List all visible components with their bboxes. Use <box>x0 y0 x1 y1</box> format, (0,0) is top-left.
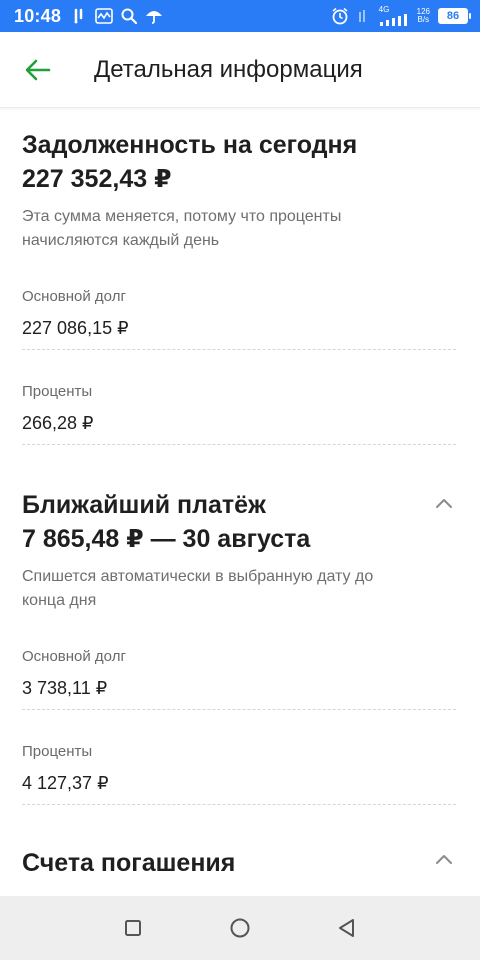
row-label: Проценты <box>22 383 93 400</box>
chevron-up-icon[interactable] <box>434 853 454 867</box>
row-value: 3 738,11 ₽ <box>22 678 108 698</box>
net-speed-unit: B/s <box>417 15 430 24</box>
status-bar: 10:48 4G 126 B/s 86 <box>0 0 480 32</box>
repayment-accounts-section: Счета погашения <box>0 847 480 879</box>
system-nav-bar <box>0 896 480 960</box>
row-value: 227 086,15 ₽ <box>22 318 129 338</box>
row-label: Основной долг <box>22 648 126 665</box>
notification-icon <box>73 8 87 24</box>
debt-today-amount: 227 352,43 ₽ <box>22 165 172 193</box>
divider <box>22 444 456 445</box>
next-payment-title: Ближайший платёж <box>22 491 266 519</box>
divider <box>22 349 456 350</box>
row-value: 266,28 ₽ <box>22 413 94 433</box>
recents-button[interactable] <box>113 908 153 948</box>
arrow-left-icon <box>25 59 51 80</box>
triangle-back-icon <box>338 919 354 937</box>
circle-home-icon <box>230 918 250 938</box>
next-payment-section: Ближайший платёж 7 865,48 ₽ — 30 августа… <box>0 489 480 805</box>
signal-icon: 4G <box>379 6 409 26</box>
divider <box>22 709 456 710</box>
back-button[interactable] <box>0 32 76 108</box>
debt-today-section: Задолженность на сегодня 227 352,43 ₽ Эт… <box>0 129 480 445</box>
square-recents-icon <box>125 920 142 936</box>
search-icon <box>121 8 138 24</box>
signal-icon-dim <box>357 8 371 24</box>
status-time: 10:48 <box>14 5 62 26</box>
next-payment-note: Спишется автоматически в выбранную дату … <box>22 568 374 609</box>
chevron-up-icon[interactable] <box>434 497 454 511</box>
repayment-accounts-title: Счета погашения <box>22 849 236 877</box>
status-right-icons: 4G 126 B/s 86 <box>331 6 471 26</box>
row-label: Основной долг <box>22 288 126 305</box>
status-left-icons <box>73 8 163 24</box>
payment-row-principal: Основной долг 3 738,11 ₽ <box>22 647 458 710</box>
network-type: 4G <box>378 5 390 14</box>
debt-row-interest: Проценты 266,28 ₽ <box>22 382 458 445</box>
divider <box>22 804 456 805</box>
battery-icon: 86 <box>438 8 471 24</box>
row-value: 4 127,37 ₽ <box>22 773 109 793</box>
umbrella-icon <box>145 8 163 24</box>
app-bar: Детальная информация <box>0 32 480 108</box>
home-button[interactable] <box>220 908 260 948</box>
alarm-icon <box>331 7 349 25</box>
next-payment-amount: 7 865,48 ₽ — 30 августа <box>22 525 311 553</box>
debt-row-principal: Основной долг 227 086,15 ₽ <box>22 287 458 350</box>
details-content[interactable]: Задолженность на сегодня 227 352,43 ₽ Эт… <box>0 109 480 896</box>
debt-today-title: Задолженность на сегодня <box>22 131 358 159</box>
system-back-button[interactable] <box>327 908 367 948</box>
activity-icon <box>95 8 113 24</box>
net-speed: 126 B/s <box>417 8 430 24</box>
page-title: Детальная информация <box>94 55 363 83</box>
payment-row-interest: Проценты 4 127,37 ₽ <box>22 742 458 805</box>
battery-level: 86 <box>446 10 460 22</box>
debt-today-note: Эта сумма меняется, потому что проценты … <box>22 208 342 249</box>
row-label: Проценты <box>22 743 93 760</box>
